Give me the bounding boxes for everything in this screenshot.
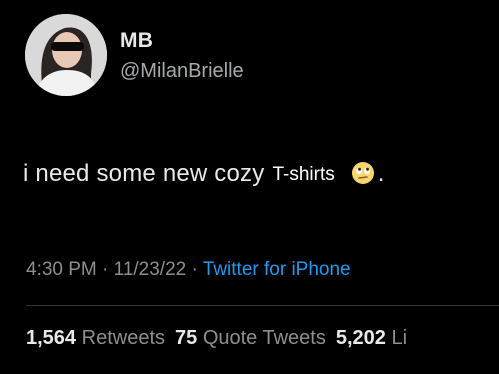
tweet-source-link[interactable]: Twitter for iPhone [203, 259, 351, 280]
tweet-text-overlay: T-shirts [272, 164, 335, 185]
author-name[interactable]: MB [120, 29, 153, 53]
tweet-meta: 4:30 PM · 11/23/22 · Twitter for iPhone [26, 259, 351, 281]
eye-roll-emoji-icon [351, 161, 375, 185]
avatar[interactable] [25, 14, 107, 96]
divider [26, 305, 499, 306]
meta-separator: · [96, 259, 114, 280]
quote-tweets-label: Quote Tweets [202, 327, 326, 349]
quote-tweets-stat[interactable]: 75 Quote Tweets [175, 327, 336, 349]
avatar-photo [25, 14, 107, 96]
author-handle[interactable]: @MilanBrielle [120, 60, 244, 83]
tweet-date[interactable]: 11/23/22 [114, 259, 187, 280]
retweets-stat[interactable]: 1,564 Retweets [26, 327, 175, 349]
tweet-card: MB @MilanBrielle i need some new cozy T-s… [0, 0, 499, 374]
meta-separator: · [186, 259, 203, 280]
retweets-count: 1,564 [26, 327, 77, 349]
retweets-label: Retweets [81, 327, 165, 349]
likes-count: 5,202 [335, 327, 386, 349]
quote-tweets-count: 75 [175, 327, 198, 349]
tweet-text-end: . [377, 160, 385, 187]
tweet-stats: 1,564 Retweets 75 Quote Tweets 5,202 Li [26, 327, 407, 350]
tweet-text: i need some new cozy T-shirts . [23, 160, 384, 188]
likes-stat[interactable]: 5,202 Li [336, 327, 407, 349]
tweet-text-main: i need some new cozy [23, 160, 265, 187]
likes-label: Li [391, 327, 408, 349]
tweet-time[interactable]: 4:30 PM [26, 259, 97, 280]
